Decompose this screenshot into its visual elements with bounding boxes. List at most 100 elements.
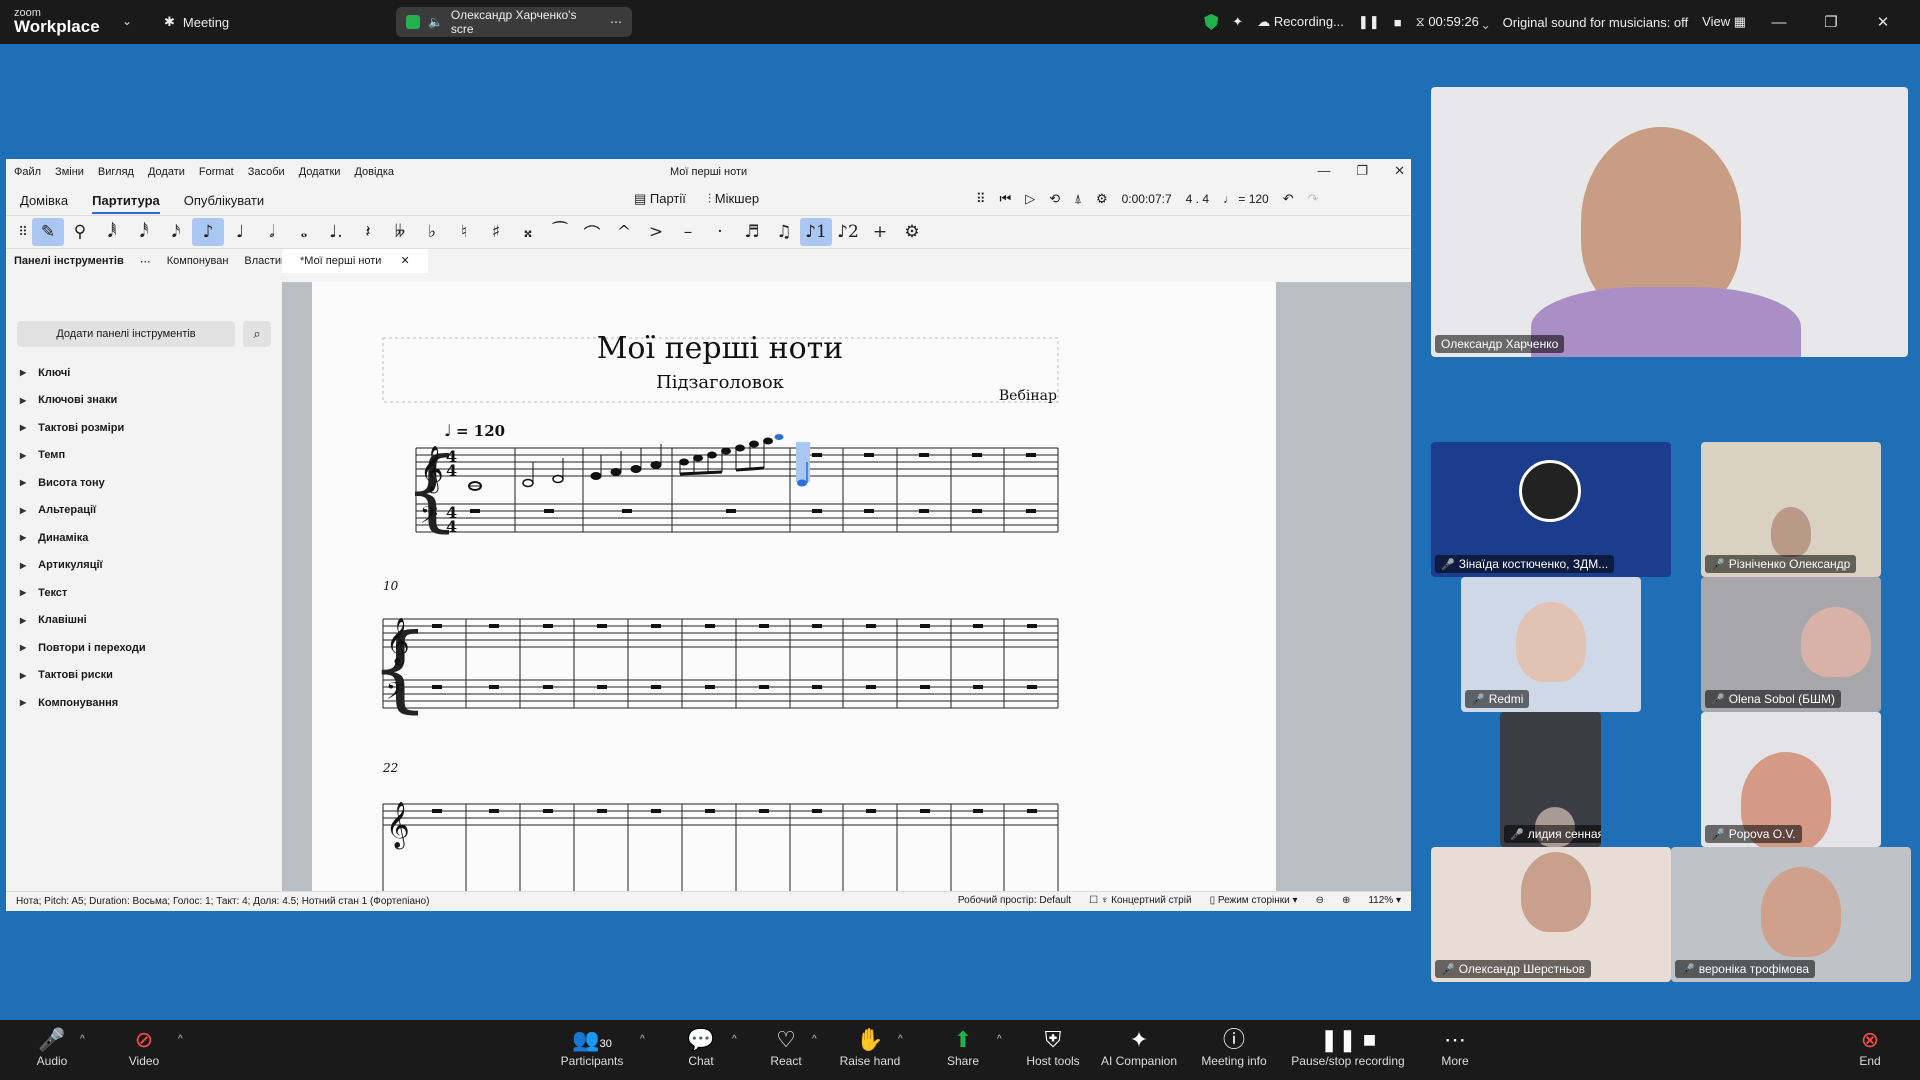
video-tile[interactable]: 🎤 Redmi — [1461, 577, 1641, 712]
view-button[interactable]: View ▦ — [1702, 14, 1746, 30]
expand-arrow-icon[interactable]: ▶ — [20, 396, 26, 405]
palette-item[interactable]: ▶ Висота тону — [20, 469, 146, 497]
more-button[interactable]: ⋯ More — [1415, 1026, 1495, 1068]
palette-item[interactable]: ▶ Динаміка — [20, 524, 146, 552]
palette-item[interactable]: ▶ Тактові розміри — [20, 414, 146, 442]
restore-icon[interactable]: ❐ — [1812, 13, 1850, 31]
mixer-button[interactable]: ⫶ Мікшер — [708, 191, 759, 207]
video-tile[interactable]: 🎤 Різніченко Олександр — [1701, 442, 1881, 577]
palette-item[interactable]: ▶ Клавішні — [20, 607, 146, 635]
video-tile[interactable]: 🎤 Popova O.V. — [1701, 712, 1881, 847]
participants-button[interactable]: 👥30 Participants — [552, 1026, 632, 1068]
drag-handle-icon[interactable]: ⠿ — [976, 191, 986, 207]
add-palettes-button[interactable]: Додати панелі інструментів — [17, 321, 235, 347]
chevron-down-icon[interactable]: ⌄ — [122, 14, 132, 28]
expand-arrow-icon[interactable]: ▶ — [20, 478, 26, 487]
share-button[interactable]: ⬆ Share — [923, 1026, 1003, 1068]
time-sig-bottom-bass[interactable]: 4 — [446, 517, 457, 536]
tab-score[interactable]: Партитура — [92, 193, 160, 214]
zoom-out-icon[interactable]: ⊖ — [1316, 895, 1324, 906]
share-caret[interactable]: ^ — [997, 1034, 1002, 1045]
tab-palettes[interactable]: Панелі інструментів — [6, 255, 132, 267]
menu-tools[interactable]: Засоби — [248, 166, 285, 178]
menu-file[interactable]: Файл — [14, 166, 41, 178]
play-icon[interactable]: ▷ — [1025, 191, 1035, 207]
expand-arrow-icon[interactable]: ▶ — [20, 616, 26, 625]
input-note[interactable] — [797, 479, 807, 487]
loop-icon[interactable]: ⟲ — [1049, 191, 1060, 207]
expand-arrow-icon[interactable]: ▶ — [20, 643, 26, 652]
menu-edit[interactable]: Зміни — [55, 166, 84, 178]
tuplet-icon[interactable]: ♬ — [736, 218, 768, 246]
expand-arrow-icon[interactable]: ▶ — [20, 671, 26, 680]
meeting-menu[interactable]: ✱ Meeting — [164, 14, 229, 30]
sharp-icon[interactable]: ♯ — [480, 218, 512, 246]
score-svg[interactable]: Мої перші ноти Підзаголовок Вебінар ♩ = … — [312, 282, 1276, 891]
pause-recording-button[interactable]: ❚❚ ■ Pause/stop recording — [1288, 1026, 1408, 1068]
host-tools-button[interactable]: ⛨ Host tools — [1013, 1026, 1093, 1068]
video-tile[interactable]: 🎤 Олександр Шерстньов — [1431, 847, 1671, 982]
audio-options-caret[interactable]: ^ — [80, 1034, 85, 1045]
customize-icon[interactable]: ⚙ — [896, 218, 928, 246]
close-icon[interactable]: ✕ — [393, 255, 418, 267]
tie-icon[interactable]: ⁀ — [544, 218, 576, 246]
meeting-info-button[interactable]: ⓘ Meeting info — [1194, 1026, 1274, 1068]
video-tile[interactable]: 🎤 вероніка трофімова — [1671, 847, 1911, 982]
close-icon[interactable]: ✕ — [1394, 163, 1405, 179]
restore-icon[interactable]: ❐ — [1356, 163, 1368, 179]
parts-button[interactable]: ▤ Партії — [634, 191, 686, 207]
score-view[interactable]: Мої перші ноти Підзаголовок Вебінар ♩ = … — [282, 282, 1411, 891]
close-icon[interactable]: ✕ — [1864, 13, 1902, 31]
zoom-selector[interactable]: 112% ▾ — [1368, 895, 1401, 906]
raise-hand-button[interactable]: ✋ Raise hand — [830, 1026, 910, 1068]
menu-view[interactable]: Вигляд — [98, 166, 134, 178]
notes-system-1[interactable] — [468, 437, 773, 491]
expand-arrow-icon[interactable]: ▶ — [20, 506, 26, 515]
palette-item[interactable]: ▶ Тактові риски — [20, 662, 146, 690]
menu-format[interactable]: Format — [199, 166, 234, 178]
recording-indicator[interactable]: ☁ Recording... — [1257, 14, 1344, 30]
undo-icon[interactable]: ↶ — [1283, 191, 1294, 207]
video-tile[interactable]: 🎤 Olena Sobol (БШМ) — [1701, 577, 1881, 712]
expand-arrow-icon[interactable]: ▶ — [20, 533, 26, 542]
16th-note-icon[interactable]: 𝅘𝅥𝅯 — [160, 218, 192, 246]
expand-arrow-icon[interactable]: ▶ — [20, 698, 26, 707]
rests-system-2[interactable] — [432, 624, 1037, 689]
meeting-timer[interactable]: ⧖ 00:59:26 ⌄ — [1416, 14, 1489, 30]
more-icon[interactable]: ⋯ — [610, 15, 622, 29]
treble-clef-icon[interactable]: 𝄞 — [386, 802, 410, 850]
document-tab[interactable]: *Мої перші ноти ✕ — [282, 249, 428, 273]
half-note-icon[interactable]: 𝅗𝅥 — [256, 218, 288, 246]
workspace-selector[interactable]: Робочий простір: Default — [958, 895, 1071, 906]
expand-arrow-icon[interactable]: ▶ — [20, 451, 26, 460]
palette-item[interactable]: ▶ Артикуляції — [20, 552, 146, 580]
raise-hand-caret[interactable]: ^ — [898, 1034, 903, 1045]
participants-caret[interactable]: ^ — [640, 1034, 645, 1045]
concert-pitch-toggle[interactable]: ☐ ♆ Концертний стрій — [1089, 895, 1191, 906]
marcato-icon[interactable]: ^ — [608, 218, 640, 246]
more-icon[interactable]: ⋯ — [132, 255, 159, 268]
treble-clef-icon[interactable]: 𝄞 — [386, 618, 410, 666]
score-page[interactable]: Мої перші ноти Підзаголовок Вебінар ♩ = … — [312, 282, 1276, 891]
menu-plugins[interactable]: Додатки — [299, 166, 341, 178]
system-1[interactable] — [415, 447, 1059, 533]
video-tile[interactable]: 🎤 Зінаїда костюченко, ЗДМ... — [1431, 442, 1671, 577]
stop-icon[interactable]: ■ — [1394, 15, 1402, 30]
expand-arrow-icon[interactable]: ▶ — [20, 561, 26, 570]
score-title[interactable]: Мої перші ноти — [597, 331, 844, 366]
double-flat-icon[interactable]: 𝄫 — [384, 218, 416, 246]
react-caret[interactable]: ^ — [812, 1034, 817, 1045]
menu-help[interactable]: Довідка — [354, 166, 394, 178]
search-icon[interactable]: ⌕ — [243, 321, 271, 347]
video-button[interactable]: ⊘ Video — [104, 1026, 184, 1068]
shield-icon[interactable] — [1204, 14, 1219, 30]
expand-arrow-icon[interactable]: ▶ — [20, 588, 26, 597]
palette-item[interactable]: ▶ Темп — [20, 442, 146, 470]
tenuto-icon[interactable]: – — [672, 218, 704, 246]
audio-button[interactable]: 🎤 Audio — [12, 1026, 92, 1068]
metronome-icon[interactable]: ⍋ — [1074, 191, 1082, 207]
system-3[interactable] — [382, 803, 1059, 891]
slur-icon[interactable]: ⌒ — [576, 218, 608, 246]
minimize-icon[interactable]: — — [1760, 14, 1798, 31]
selected-note[interactable] — [774, 434, 784, 440]
